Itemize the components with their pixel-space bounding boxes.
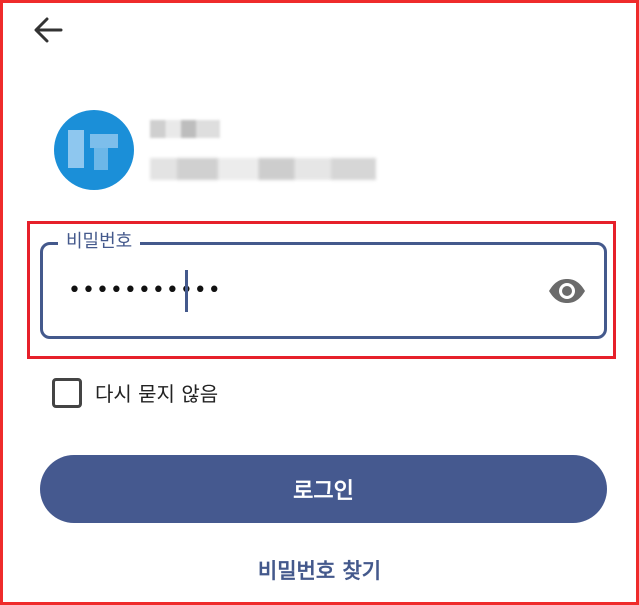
arrow-left-icon xyxy=(34,17,63,43)
toggle-password-visibility-button[interactable] xyxy=(546,275,588,307)
find-password-link[interactable]: 비밀번호 찾기 xyxy=(0,555,639,585)
account-avatar xyxy=(54,110,134,190)
text-caret xyxy=(185,270,188,312)
password-masked-value: ••••••••••• xyxy=(68,278,222,303)
dont-ask-again-label[interactable]: 다시 묻지 않음 xyxy=(95,380,218,408)
dont-ask-again-checkbox[interactable] xyxy=(52,378,82,408)
account-email-redacted xyxy=(150,158,376,180)
password-label: 비밀번호 xyxy=(58,230,141,254)
eye-icon xyxy=(549,279,585,303)
account-name-redacted xyxy=(150,120,220,138)
back-button[interactable] xyxy=(30,14,66,46)
login-button[interactable]: 로그인 xyxy=(40,455,607,523)
